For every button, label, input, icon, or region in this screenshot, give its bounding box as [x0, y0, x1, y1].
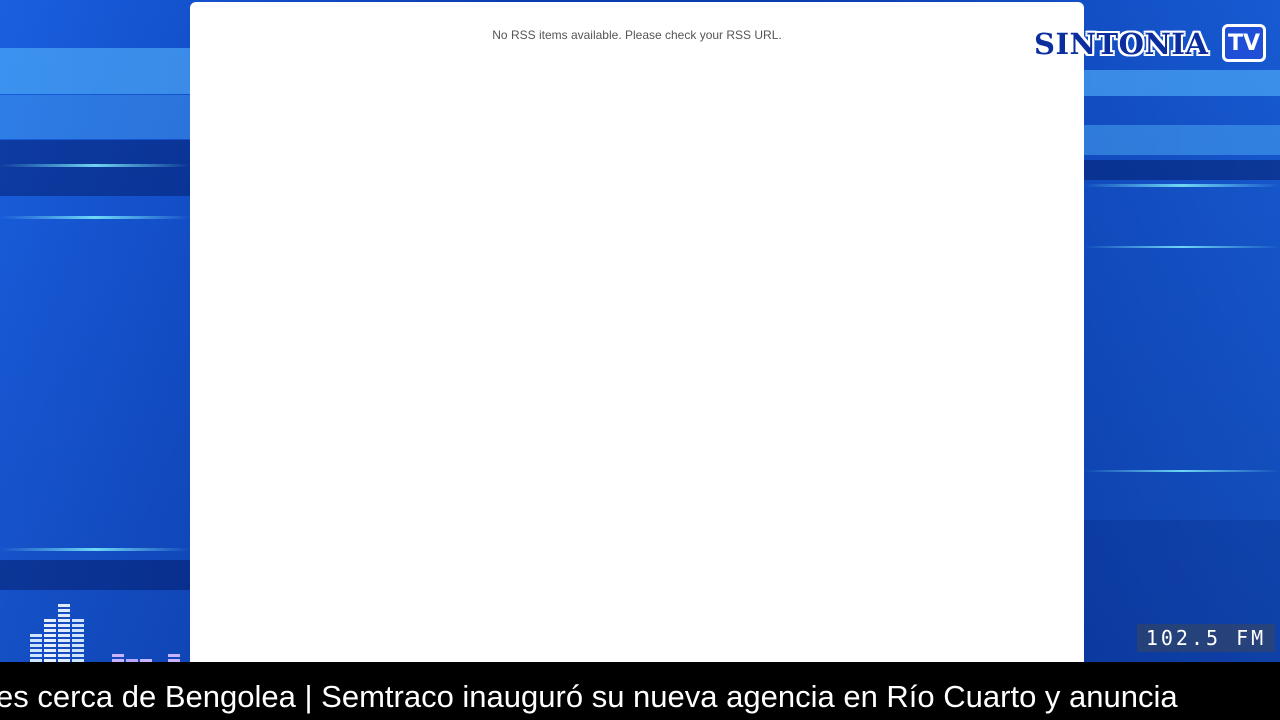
equalizer-bar — [168, 654, 180, 662]
equalizer-icon — [30, 600, 190, 662]
bg-slab — [0, 560, 190, 590]
rss-feed-panel: No RSS items available. Please check you… — [190, 2, 1084, 662]
tv-badge-icon: TV — [1222, 24, 1266, 62]
equalizer-bar — [44, 619, 56, 662]
news-ticker: es cerca de Bengolea | Semtraco inauguró… — [0, 662, 1280, 720]
logo-wordmark: SINTONIA — [1034, 27, 1209, 61]
bg-slab — [0, 48, 190, 94]
light-streak — [0, 216, 190, 219]
bg-slab — [1084, 160, 1280, 180]
bg-slab — [0, 140, 190, 196]
bg-slab — [1084, 125, 1280, 155]
light-streak — [0, 164, 190, 167]
rss-empty-message: No RSS items available. Please check you… — [492, 28, 782, 42]
light-streak — [1084, 246, 1280, 248]
bg-slab — [1084, 70, 1280, 96]
frequency-label: 102.5 FM — [1137, 624, 1275, 652]
equalizer-bar — [112, 654, 124, 662]
light-streak — [1084, 470, 1280, 472]
sintonia-tv-logo: SINTONIA TV — [1030, 20, 1272, 68]
equalizer-bar — [72, 619, 84, 662]
light-streak — [0, 548, 190, 551]
equalizer-bar — [30, 634, 42, 662]
ticker-text: es cerca de Bengolea | Semtraco inauguró… — [0, 679, 1178, 714]
equalizer-bar — [58, 604, 70, 662]
bg-slab — [0, 95, 190, 139]
light-streak — [1084, 184, 1280, 187]
